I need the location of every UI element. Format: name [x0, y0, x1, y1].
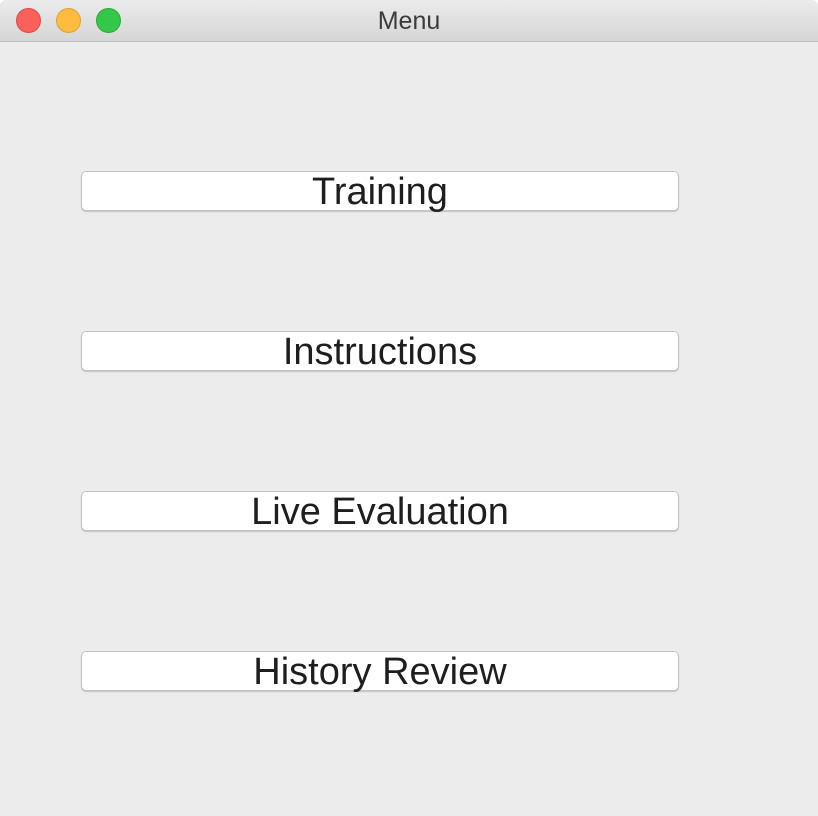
- history-review-button-label: History Review: [253, 651, 507, 693]
- live-evaluation-button[interactable]: Live Evaluation: [81, 491, 679, 531]
- live-evaluation-button-label: Live Evaluation: [251, 491, 509, 533]
- history-review-button[interactable]: History Review: [81, 651, 679, 691]
- menu-window: Menu Training Instructions Live Evaluati…: [0, 0, 818, 816]
- window-title: Menu: [377, 7, 441, 35]
- menu-content: Training Instructions Live Evaluation Hi…: [0, 42, 818, 816]
- training-button[interactable]: Training: [81, 171, 679, 211]
- instructions-button-label: Instructions: [282, 331, 478, 373]
- training-button-label: Training: [312, 171, 448, 213]
- title-bar[interactable]: Menu: [0, 0, 818, 42]
- instructions-button[interactable]: Instructions: [81, 331, 679, 371]
